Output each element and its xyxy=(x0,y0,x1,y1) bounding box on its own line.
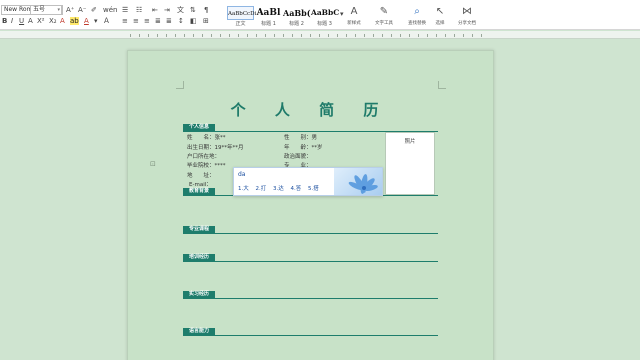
underline-icon[interactable]: U xyxy=(19,17,24,25)
font-size-select[interactable]: 五号 ▾ xyxy=(30,5,62,15)
style-preview: AaBbCcDi xyxy=(228,11,257,17)
text-toolbox-icon: ✎ xyxy=(379,6,389,17)
field-email[interactable]: E-mail： xyxy=(189,180,212,188)
select-button[interactable]: ↖ 选择 xyxy=(428,6,452,26)
borders-icon[interactable]: ⊞ xyxy=(203,17,209,25)
find-replace-icon: ⌕ xyxy=(414,6,420,17)
style-normal[interactable]: AaBbCcDi xyxy=(227,6,257,20)
field-name[interactable]: 姓 名：张** xyxy=(187,133,226,141)
grow-font-icon[interactable]: A⁺ xyxy=(66,6,74,14)
line-spacing-icon[interactable]: ↕ xyxy=(178,17,184,25)
tool-label: 分享文档 xyxy=(458,21,476,26)
field-birth[interactable]: 出生日期：19**年**月 xyxy=(187,143,244,151)
resume-title: 个 人 简 历 xyxy=(230,101,391,119)
field-address[interactable]: 地 址： xyxy=(187,171,215,179)
text-effect-icon[interactable]: A xyxy=(60,17,65,25)
style-label: 标题 3 xyxy=(317,21,332,27)
section-line xyxy=(183,298,438,299)
sort-icon[interactable]: ⇅ xyxy=(190,6,196,14)
char-shading-icon[interactable]: ▾ xyxy=(94,17,98,25)
section-education: 教育背景 xyxy=(183,188,216,195)
field-hukou[interactable]: 户口所在地： xyxy=(187,152,220,160)
select-icon: ↖ xyxy=(435,6,445,17)
justify-icon[interactable]: ≣ xyxy=(155,17,161,25)
style-preview: AaBb( xyxy=(283,8,311,18)
style-label: 标题 1 xyxy=(261,21,276,27)
font-color-icon[interactable]: A xyxy=(84,17,89,25)
ime-skin-flower-image xyxy=(334,168,382,195)
text-tools-icon: A xyxy=(350,6,358,17)
style-label: 标题 2 xyxy=(289,21,304,27)
ribbon-toolbar: New Roma ▾ 五号 ▾ A⁺ A⁻ ✐ wén B I U A X² X… xyxy=(0,0,640,30)
tool-label: 查找替换 xyxy=(408,21,426,26)
section-personal-info: 个人信息 xyxy=(183,124,216,131)
bold-icon[interactable]: B xyxy=(2,17,7,25)
increase-indent-icon[interactable]: ⇥ xyxy=(164,6,170,14)
subscript-icon[interactable]: X₂ xyxy=(49,17,57,25)
ime-candidate[interactable]: 2.打 xyxy=(256,186,267,192)
show-marks-icon[interactable]: ¶ xyxy=(204,6,208,14)
align-right-icon[interactable]: ≡ xyxy=(144,17,150,25)
section-internship: 实习经历 xyxy=(183,291,216,298)
decrease-indent-icon[interactable]: ⇤ xyxy=(152,6,158,14)
photo-label: 照片 xyxy=(404,139,416,145)
ruler-ticks xyxy=(130,34,490,37)
share-icon: ⋈ xyxy=(462,6,472,17)
flower-icon xyxy=(348,174,378,194)
numbered-list-icon[interactable]: ☷ xyxy=(136,6,142,14)
crop-mark xyxy=(438,81,446,89)
ime-candidate-window[interactable]: da 1.大 2.打 3.达 4.答 5.搭 ‹ › xyxy=(233,167,383,196)
ime-pinyin: da xyxy=(238,171,246,178)
chevron-down-icon: ▾ xyxy=(57,7,60,13)
section-training: 培训经历 xyxy=(183,254,216,261)
section-line xyxy=(183,261,438,262)
char-border-icon[interactable]: Ａ xyxy=(103,17,110,25)
new-style-button[interactable]: A 新样式 xyxy=(342,6,366,26)
ime-candidate[interactable]: 4.答 xyxy=(291,186,302,192)
shading-icon[interactable]: ◧ xyxy=(190,17,197,25)
tool-label: 新样式 xyxy=(347,21,361,26)
highlight-icon[interactable]: ab xyxy=(70,17,79,25)
field-school[interactable]: 毕业院校：**** xyxy=(187,161,226,169)
section-courses: 专业课程 xyxy=(183,226,216,233)
share-doc-button[interactable]: ⋈ 分享文档 xyxy=(455,6,479,26)
text-tools-button[interactable]: ✎ 文字工具 xyxy=(372,6,396,26)
pinyin-guide-icon[interactable]: wén xyxy=(103,6,117,14)
tool-label: 选择 xyxy=(435,21,445,26)
ime-candidate[interactable]: 5.搭 xyxy=(308,186,319,192)
bullet-list-icon[interactable]: ☰ xyxy=(122,6,128,14)
horizontal-ruler[interactable] xyxy=(0,31,640,39)
find-replace-button[interactable]: ⌕ 查找替换 xyxy=(405,6,429,26)
style-label: 正文 xyxy=(235,21,246,27)
photo-box[interactable]: 照片 xyxy=(385,132,435,195)
chinese-layout-icon[interactable]: 文 xyxy=(177,6,184,14)
ime-candidate[interactable]: 3.达 xyxy=(273,186,284,192)
crop-mark xyxy=(176,81,184,89)
ime-candidates: 1.大 2.打 3.达 4.答 5.搭 xyxy=(238,184,324,192)
style-heading-1[interactable]: AaBl xyxy=(255,6,282,20)
field-gender[interactable]: 性 别：男 xyxy=(284,133,317,141)
italic-icon[interactable]: I xyxy=(11,17,13,25)
distribute-icon[interactable]: ≣ xyxy=(166,17,172,25)
align-center-icon[interactable]: ≡ xyxy=(133,17,139,25)
superscript-icon[interactable]: X² xyxy=(37,17,45,25)
tool-label: 文字工具 xyxy=(375,21,393,26)
section-language: 语言能力 xyxy=(183,328,216,335)
document-page[interactable]: 个 人 简 历 个人信息 姓 名：张** 性 别：男 出生日期：19**年**月… xyxy=(127,50,494,360)
clear-format-icon[interactable]: ✐ xyxy=(91,6,97,14)
style-preview: AaBl xyxy=(256,8,281,18)
section-line xyxy=(183,233,438,234)
paragraph-handle-icon[interactable]: ⊡ xyxy=(150,160,156,168)
style-heading-2[interactable]: AaBb( xyxy=(283,6,311,20)
style-heading-3[interactable]: AaBbC xyxy=(311,6,340,20)
field-politics[interactable]: 政治面貌： xyxy=(284,152,312,160)
align-left-icon[interactable]: ≡ xyxy=(122,17,128,25)
font-size-value: 五号 xyxy=(33,6,46,13)
field-age[interactable]: 年 龄：**岁 xyxy=(284,143,323,151)
ime-candidate[interactable]: 1.大 xyxy=(238,186,249,192)
style-preview: AaBbC xyxy=(311,8,340,17)
strikethrough-icon[interactable]: A xyxy=(28,17,33,25)
section-line xyxy=(183,335,438,336)
shrink-font-icon[interactable]: A⁻ xyxy=(78,6,86,14)
